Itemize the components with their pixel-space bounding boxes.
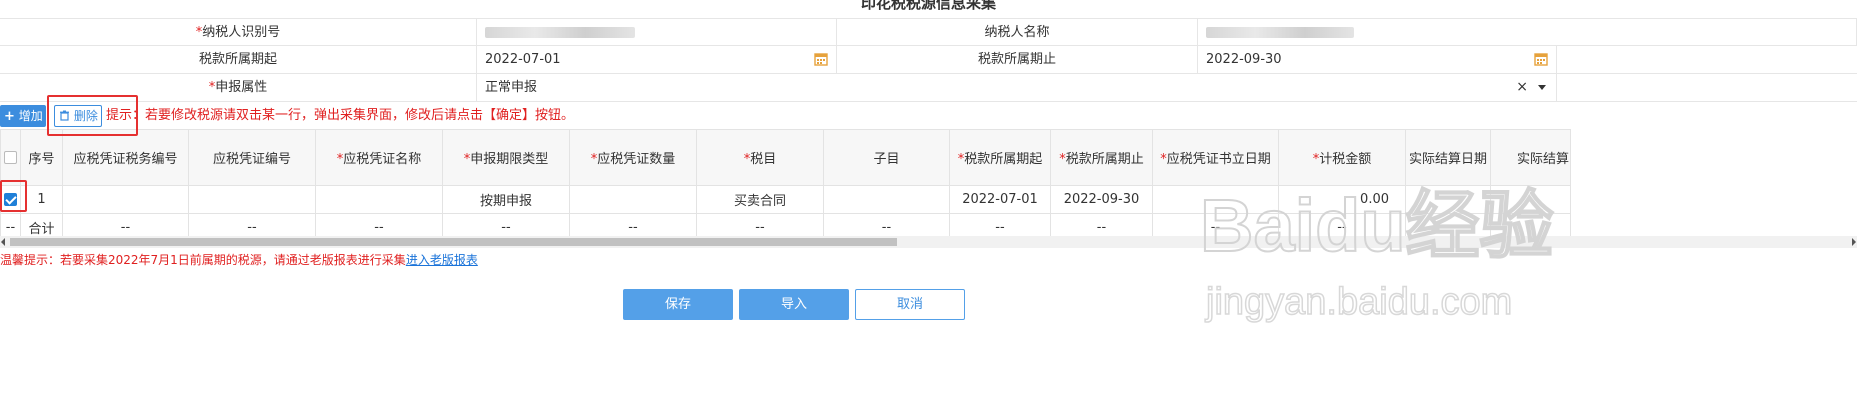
period-start-field[interactable]: 2022-07-01 <box>477 46 837 73</box>
highlight-box-delete <box>47 95 138 136</box>
column-header: 子目 <box>823 129 950 186</box>
scroll-left-icon[interactable] <box>1 238 5 246</box>
column-header: 实际结算日期 <box>1405 129 1491 186</box>
declare-attr-select[interactable]: 正常申报 × <box>477 74 1557 101</box>
total-cell: -- <box>442 213 570 236</box>
row-cell: 按期申报 <box>442 185 570 214</box>
column-header: *应税凭证数量 <box>569 129 697 186</box>
column-header: *计税金额 <box>1278 129 1406 186</box>
row-cell: 0.00 <box>1278 185 1406 214</box>
row-cell: 2022-07-01 <box>949 185 1051 214</box>
scroll-right-icon[interactable] <box>1852 238 1856 246</box>
calendar-icon[interactable] <box>1534 52 1548 66</box>
column-header: *申报期限类型 <box>442 129 570 186</box>
total-cell: -- <box>1152 213 1279 236</box>
select-all-header[interactable] <box>0 129 21 186</box>
total-cell: -- <box>188 213 316 236</box>
scrollbar-thumb[interactable] <box>10 238 897 246</box>
edit-hint: 提示：若要修改税源请双击某一行，弹出采集界面，修改后请点击【确定】按钮。 <box>106 108 575 123</box>
column-header: 实际结算 <box>1490 129 1571 186</box>
row-cell <box>569 185 697 214</box>
column-header: *税目 <box>696 129 824 186</box>
header-form: *纳税人识别号 纳税人名称 税款所属期起 2022-07-01 税款所属期止 2… <box>0 18 1857 102</box>
watermark-url: jingyan.baidu.com <box>1205 281 1512 323</box>
row-cell <box>62 185 189 214</box>
column-header: 应税凭证编号 <box>188 129 316 186</box>
total-cell: -- <box>569 213 697 236</box>
cancel-button[interactable]: 取消 <box>855 289 965 320</box>
import-button[interactable]: 导入 <box>739 289 849 320</box>
form-row-period: 税款所属期起 2022-07-01 税款所属期止 2022-09-30 <box>0 46 1857 74</box>
column-header: *应税凭证书立日期 <box>1152 129 1279 186</box>
warm-tip: 温馨提示：若要采集2022年7月1日前属期的税源，请通过老版报表进行采集进入老版… <box>0 253 478 267</box>
row-cell <box>315 185 443 214</box>
total-cell: -- <box>823 213 950 236</box>
period-end-field[interactable]: 2022-09-30 <box>1198 46 1557 73</box>
add-button[interactable]: + 增加 <box>0 105 46 127</box>
plus-icon: + <box>4 109 15 124</box>
column-header: *应税凭证名称 <box>315 129 443 186</box>
taxpayer-id-value <box>477 19 837 46</box>
grid-toolbar: + 增加 删除 提示：若要修改税源请双击某一行，弹出采集界面，修改后请点击【确定… <box>0 102 1857 128</box>
tax-source-page: 印花税税源信息采集 *纳税人识别号 纳税人名称 税款所属期起 2022-07-0… <box>0 0 1857 403</box>
column-header: *税款所属期止 <box>1050 129 1153 186</box>
row-cell <box>1152 185 1279 214</box>
total-cell: -- <box>62 213 189 236</box>
table-row[interactable]: 1 按期申报 买卖合同 2022-07-01 2022-09-30 0.00 <box>0 185 1571 214</box>
column-header: 序号 <box>20 129 63 186</box>
row-cell <box>1405 185 1491 214</box>
row-cell <box>1490 185 1571 214</box>
total-cell: -- <box>949 213 1051 236</box>
total-cell: -- <box>1278 213 1406 236</box>
period-end-label: 税款所属期止 <box>837 46 1198 73</box>
row-cell: 2022-09-30 <box>1050 185 1153 214</box>
chevron-down-icon[interactable] <box>1538 85 1546 90</box>
tax-source-grid: 序号 应税凭证税务编号 应税凭证编号 *应税凭证名称 *申报期限类型 *应税凭证… <box>0 129 1857 236</box>
form-row-taxpayer: *纳税人识别号 纳税人名称 <box>0 18 1857 46</box>
total-cell: -- <box>696 213 824 236</box>
old-report-link[interactable]: 进入老版报表 <box>406 253 478 267</box>
save-button[interactable]: 保存 <box>623 289 733 320</box>
total-cell: -- <box>1050 213 1153 236</box>
total-cell: -- <box>315 213 443 236</box>
row-cell: 买卖合同 <box>696 185 824 214</box>
total-cell: 合计 <box>20 213 63 236</box>
taxpayer-name-value <box>1198 19 1857 46</box>
total-cell: -- <box>0 213 21 236</box>
period-start-label: 税款所属期起 <box>0 46 477 73</box>
form-row-declare: *申报属性 正常申报 × <box>0 74 1857 102</box>
column-header: 应税凭证税务编号 <box>62 129 189 186</box>
row-cell <box>823 185 950 214</box>
total-cell: -- <box>1490 213 1571 236</box>
row-cell <box>188 185 316 214</box>
column-header: *税款所属期起 <box>949 129 1051 186</box>
grid-header-row: 序号 应税凭证税务编号 应税凭证编号 *应税凭证名称 *申报期限类型 *应税凭证… <box>0 129 1571 186</box>
calendar-icon[interactable] <box>814 52 828 66</box>
select-all-checkbox[interactable] <box>4 151 17 164</box>
clear-icon[interactable]: × <box>1516 74 1528 101</box>
total-cell: -- <box>1405 213 1491 236</box>
horizontal-scrollbar[interactable] <box>0 236 1857 248</box>
highlight-box-checkbox <box>0 180 27 212</box>
total-row: -- 合计 -- -- -- -- -- -- -- -- -- -- -- -… <box>0 213 1571 236</box>
taxpayer-id-label: *纳税人识别号 <box>0 19 477 46</box>
taxpayer-name-label: 纳税人名称 <box>837 19 1198 46</box>
page-title: 印花税税源信息采集 <box>860 0 996 12</box>
